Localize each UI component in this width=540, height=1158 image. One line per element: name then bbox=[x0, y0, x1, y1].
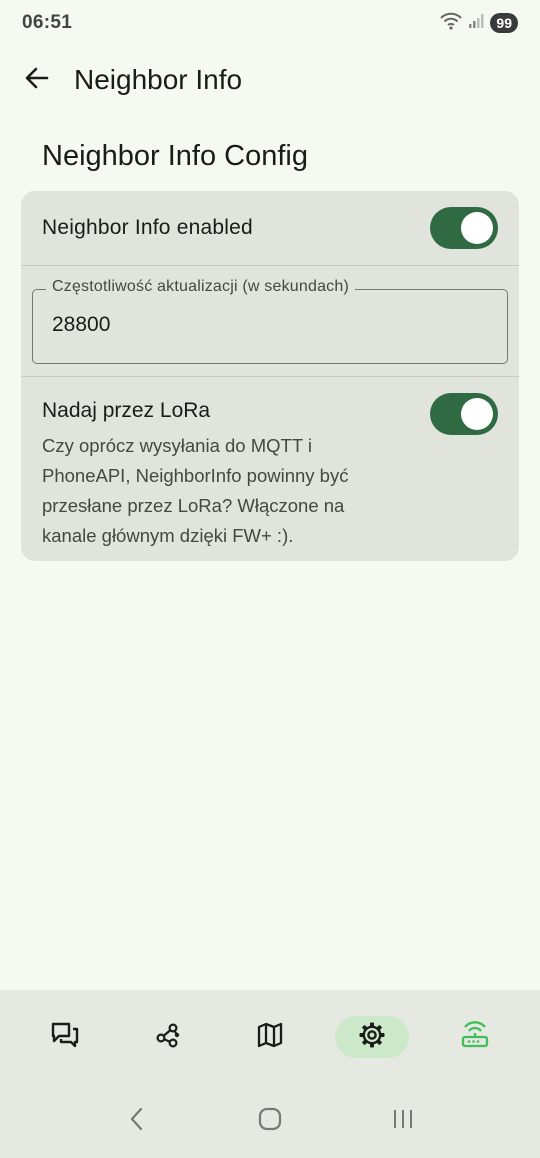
neighbor-info-enabled-switch[interactable] bbox=[430, 207, 498, 249]
system-navigation-bar bbox=[0, 1084, 540, 1158]
lora-broadcast-row[interactable]: Nadaj przez LoRa Czy oprócz wysyłania do… bbox=[21, 377, 519, 561]
system-home-button[interactable] bbox=[240, 1096, 300, 1146]
nav-messages[interactable] bbox=[28, 1016, 102, 1058]
signal-icon bbox=[468, 13, 484, 34]
wifi-icon bbox=[440, 12, 463, 35]
nodes-icon bbox=[154, 1021, 182, 1054]
lora-broadcast-title: Nadaj przez LoRa bbox=[42, 399, 211, 422]
switch-thumb bbox=[461, 398, 493, 430]
lora-broadcast-switch[interactable] bbox=[430, 393, 498, 435]
nav-settings[interactable] bbox=[335, 1016, 410, 1058]
status-bar: 06:51 99 bbox=[0, 0, 540, 46]
lora-broadcast-description: Czy oprócz wysyłania do MQTT i PhoneAPI,… bbox=[42, 435, 349, 546]
bottom-navigation bbox=[0, 990, 540, 1084]
nav-nodes[interactable] bbox=[131, 1016, 205, 1058]
switch-thumb bbox=[461, 212, 493, 244]
home-icon bbox=[257, 1106, 283, 1137]
update-interval-field[interactable]: Częstotliwość aktualizacji (w sekundach)… bbox=[32, 278, 508, 364]
update-interval-input[interactable]: 28800 bbox=[52, 313, 482, 337]
neighbor-info-enabled-row[interactable]: Neighbor Info enabled bbox=[21, 191, 519, 265]
settings-gear-icon bbox=[358, 1021, 386, 1054]
router-icon bbox=[460, 1020, 490, 1055]
config-card: Neighbor Info enabled Częstotliwość aktu… bbox=[21, 191, 519, 561]
messages-icon bbox=[50, 1021, 80, 1054]
status-icons: 99 bbox=[440, 12, 518, 35]
system-recents-button[interactable] bbox=[373, 1096, 433, 1146]
divider bbox=[21, 265, 519, 266]
arrow-left-icon bbox=[24, 65, 50, 96]
neighbor-info-enabled-label: Neighbor Info enabled bbox=[42, 216, 253, 239]
recents-icon bbox=[391, 1107, 415, 1136]
nav-connection[interactable] bbox=[438, 1016, 512, 1058]
system-back-button[interactable] bbox=[107, 1096, 167, 1146]
section-title: Neighbor Info Config bbox=[42, 140, 308, 172]
page-title: Neighbor Info bbox=[74, 64, 243, 95]
battery-badge: 99 bbox=[490, 13, 518, 33]
update-interval-label: Częstotliwość aktualizacji (w sekundach) bbox=[46, 278, 355, 296]
nav-map[interactable] bbox=[233, 1016, 307, 1058]
top-app-bar: Neighbor Info bbox=[0, 46, 540, 114]
back-button[interactable] bbox=[0, 46, 74, 114]
status-time: 06:51 bbox=[22, 12, 73, 33]
map-icon bbox=[256, 1021, 284, 1054]
chevron-left-icon bbox=[127, 1106, 147, 1137]
